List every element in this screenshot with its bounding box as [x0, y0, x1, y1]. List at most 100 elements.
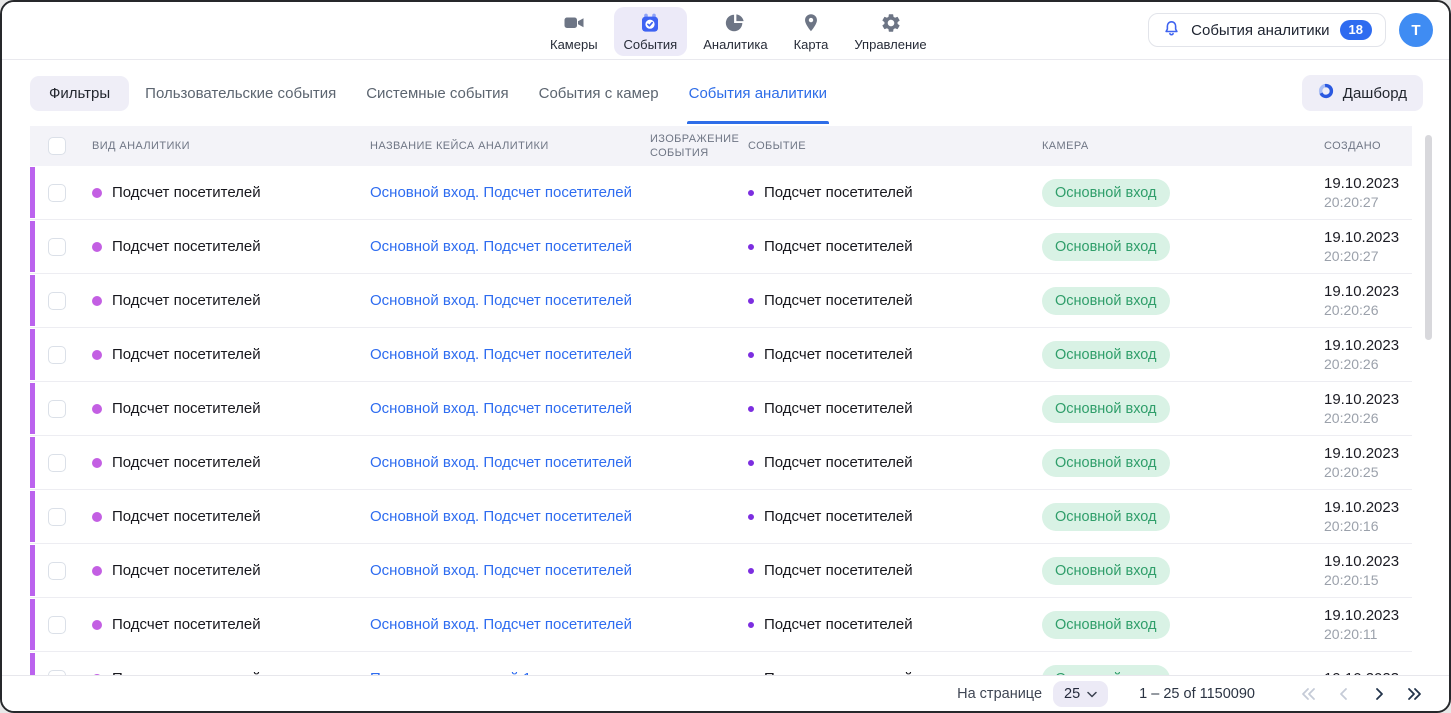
case-name-cell: Основной вход. Подсчет посетителей [370, 238, 650, 255]
table-row[interactable]: Подсчет посетителей Основной вход. Подсч… [30, 220, 1412, 274]
tab-toolbar: Фильтры Пользовательские события Системн… [2, 60, 1449, 126]
camera-cell: Основной вход [1042, 557, 1324, 585]
case-name-link[interactable]: Основной вход. Подсчет посетителей [370, 346, 632, 363]
nav-item-management[interactable]: Управление [844, 7, 936, 56]
table-row[interactable]: Подсчет посетителей Основной вход. Подсч… [30, 166, 1412, 220]
last-page-button[interactable] [1406, 686, 1423, 702]
event-ring-icon [748, 622, 754, 628]
table-row[interactable]: Подсчет посетителей Основной вход. Подсч… [30, 274, 1412, 328]
camera-cell: Основной вход [1042, 395, 1324, 423]
tab-camera-events[interactable]: События с камер [539, 60, 659, 126]
previous-page-button[interactable] [1336, 686, 1352, 702]
row-checkbox[interactable] [48, 616, 66, 634]
first-page-button[interactable] [1300, 686, 1317, 702]
event-label: Подсчет посетителей [764, 454, 913, 471]
dashboard-button[interactable]: Дашборд [1302, 75, 1423, 111]
avatar[interactable]: T [1399, 13, 1433, 47]
analytics-type-dot-icon [92, 566, 102, 576]
case-name-link[interactable]: Основной вход. Подсчет посетителей [370, 454, 632, 471]
per-page-value: 25 [1064, 686, 1080, 702]
case-name-cell: Основной вход. Подсчет посетителей [370, 184, 650, 201]
tabs: Пользовательские события Системные событ… [145, 60, 827, 126]
filters-button[interactable]: Фильтры [30, 76, 129, 111]
per-page-select[interactable]: 25 [1053, 681, 1108, 707]
table-row[interactable]: Подсчет посетителей Основной вход. Подсч… [30, 328, 1412, 382]
nav-item-map[interactable]: Карта [784, 7, 839, 56]
table-row[interactable]: Подсчет посетителей Основной вход. Подсч… [30, 544, 1412, 598]
event-ring-icon [748, 298, 754, 304]
column-header-camera: КАМЕРА [1042, 139, 1324, 153]
analytics-type-label: Подсчет посетителей [112, 454, 261, 471]
column-header-created: СОЗДАНО [1324, 139, 1412, 153]
donut-chart-icon [1318, 83, 1334, 103]
case-name-cell: Основной вход. Подсчет посетителей [370, 616, 650, 633]
created-time: 20:20:26 [1324, 301, 1400, 320]
events-calendar-icon [639, 12, 661, 34]
case-name-link[interactable]: Основной вход. Подсчет посетителей [370, 184, 632, 201]
camera-cell: Основной вход [1042, 287, 1324, 315]
table-row[interactable]: Подсчет посетителей Основной вход. Подсч… [30, 436, 1412, 490]
created-cell: 19.10.2023 20:20:27 [1324, 228, 1412, 266]
next-page-button[interactable] [1371, 686, 1387, 702]
nav-item-analytics[interactable]: Аналитика [693, 7, 777, 56]
event-cell: Подсчет посетителей [748, 562, 1042, 579]
vertical-scrollbar[interactable] [1425, 135, 1432, 340]
notifications-button[interactable]: События аналитики 18 [1148, 13, 1386, 47]
created-date: 19.10.2023 [1324, 228, 1400, 247]
event-ring-icon [748, 406, 754, 412]
case-name-link[interactable]: Основной вход. Подсчет посетителей [370, 562, 632, 579]
map-pin-icon [800, 12, 822, 34]
notifications-label: События аналитики [1191, 22, 1329, 39]
nav-label: События [624, 37, 678, 52]
row-checkbox-cell [30, 508, 92, 526]
table-row[interactable]: Подсчет посетителей Основной вход. Подсч… [30, 598, 1412, 652]
row-checkbox[interactable] [48, 400, 66, 418]
event-cell: Подсчет посетителей [748, 616, 1042, 633]
analytics-type-label: Подсчет посетителей [112, 508, 261, 525]
row-checkbox[interactable] [48, 562, 66, 580]
table-row[interactable]: Подсчет посетителей Основной вход. Подсч… [30, 490, 1412, 544]
camera-icon [562, 12, 586, 34]
case-name-link[interactable]: Основной вход. Подсчет посетителей [370, 400, 632, 417]
pagination-footer: На странице 25 1 – 25 of 1150090 [2, 675, 1449, 711]
row-checkbox[interactable] [48, 508, 66, 526]
column-header-event: СОБЫТИЕ [748, 139, 1042, 153]
camera-tag: Основной вход [1042, 287, 1170, 315]
analytics-type-label: Подсчет посетителей [112, 562, 261, 579]
camera-cell: Основной вход [1042, 449, 1324, 477]
analytics-type-label: Подсчет посетителей [112, 184, 261, 201]
case-name-cell: Основной вход. Подсчет посетителей [370, 292, 650, 309]
case-name-link[interactable]: Основной вход. Подсчет посетителей [370, 508, 632, 525]
row-checkbox[interactable] [48, 346, 66, 364]
analytics-type-dot-icon [92, 512, 102, 522]
analytics-type-cell: Подсчет посетителей [92, 292, 370, 309]
select-all-checkbox[interactable] [48, 137, 66, 155]
row-checkbox[interactable] [48, 292, 66, 310]
tab-user-events[interactable]: Пользовательские события [145, 60, 336, 126]
row-checkbox[interactable] [48, 454, 66, 472]
nav-item-cameras[interactable]: Камеры [540, 7, 608, 56]
case-name-cell: Основной вход. Подсчет посетителей [370, 400, 650, 417]
event-ring-icon [748, 190, 754, 196]
event-cell: Подсчет посетителей [748, 184, 1042, 201]
main-navigation: Камеры События Анали [540, 7, 937, 56]
row-checkbox-cell [30, 454, 92, 472]
event-cell: Подсчет посетителей [748, 292, 1042, 309]
row-checkbox[interactable] [48, 184, 66, 202]
case-name-cell: Основной вход. Подсчет посетителей [370, 562, 650, 579]
case-name-link[interactable]: Основной вход. Подсчет посетителей [370, 238, 632, 255]
case-name-link[interactable]: Основной вход. Подсчет посетителей [370, 292, 632, 309]
tab-analytics-events[interactable]: События аналитики [689, 60, 827, 126]
tab-system-events[interactable]: Системные события [366, 60, 508, 126]
created-time: 20:20:16 [1324, 517, 1400, 536]
analytics-type-cell: Подсчет посетителей [92, 616, 370, 633]
per-page-label: На странице [957, 686, 1042, 702]
nav-item-events[interactable]: События [614, 7, 688, 56]
created-time: 20:20:26 [1324, 355, 1400, 374]
row-checkbox[interactable] [48, 238, 66, 256]
table-row[interactable]: Подсчет посетителей Основной вход. Подсч… [30, 382, 1412, 436]
analytics-type-dot-icon [92, 188, 102, 198]
case-name-link[interactable]: Основной вход. Подсчет посетителей [370, 616, 632, 633]
event-ring-icon [748, 514, 754, 520]
nav-label: Камеры [550, 37, 598, 52]
